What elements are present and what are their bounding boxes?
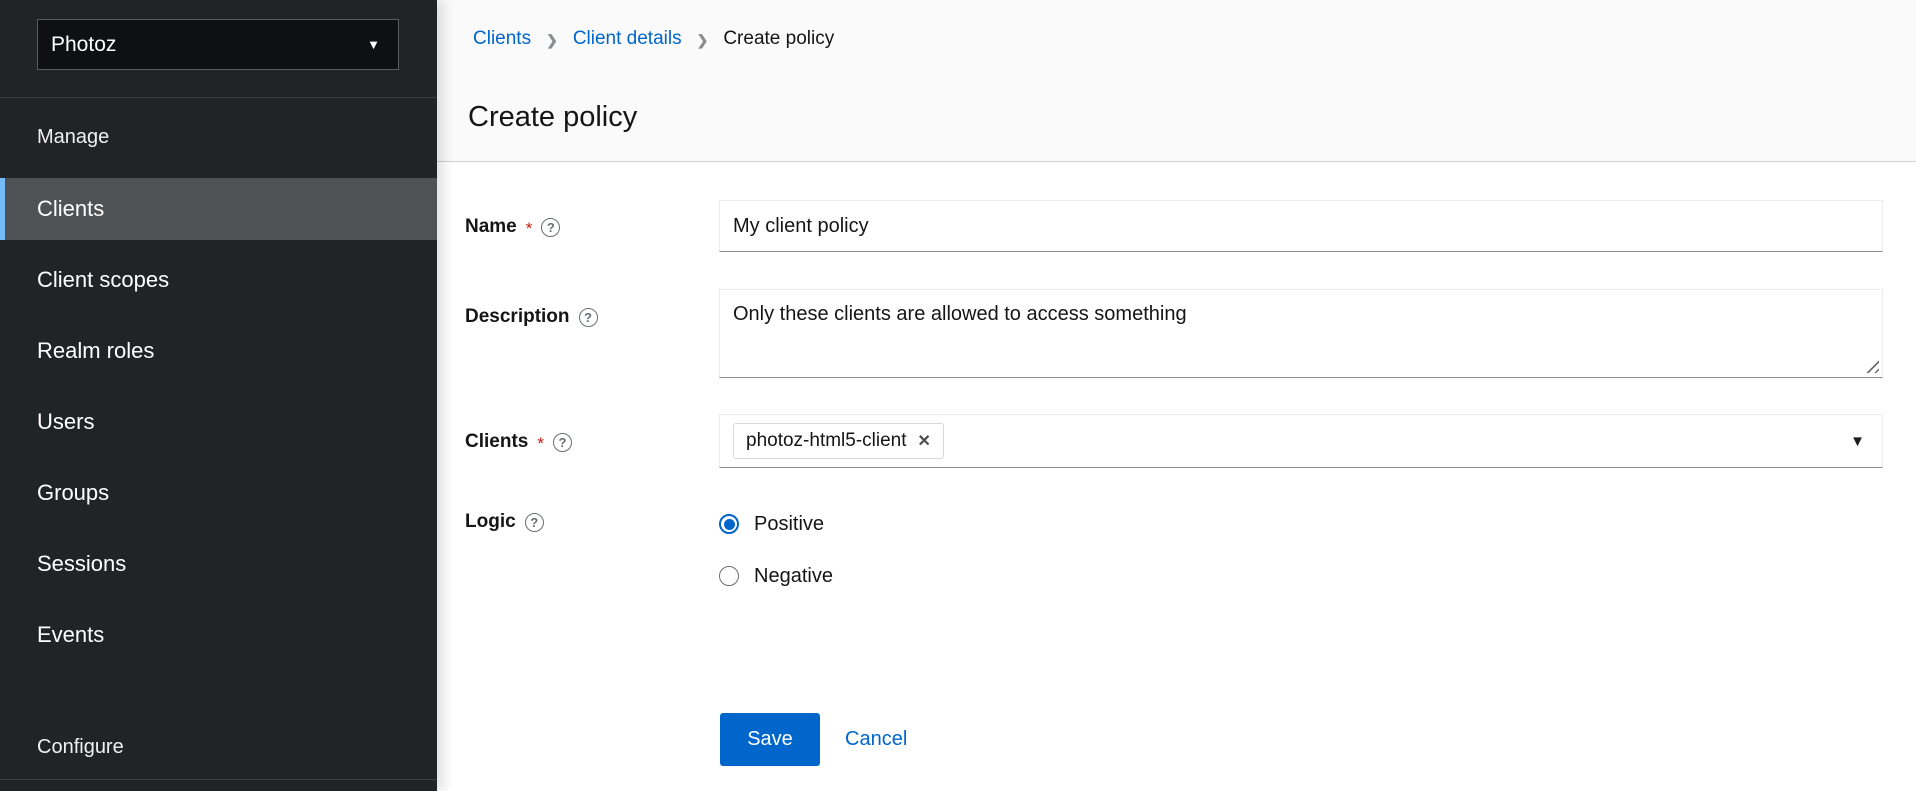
- logic-option-positive: Positive: [719, 511, 824, 537]
- sidebar-item-groups[interactable]: Groups: [0, 462, 437, 524]
- clients-field-label-row: Clients * ?: [465, 429, 572, 455]
- caret-down-icon[interactable]: ▼: [1850, 433, 1865, 450]
- sidebar-item-sessions[interactable]: Sessions: [0, 533, 437, 595]
- clients-label: Clients: [465, 431, 529, 452]
- logic-option-negative: Negative: [719, 563, 833, 589]
- realm-selector-dropdown[interactable]: Photoz ▼: [37, 19, 399, 70]
- page-title: Create policy: [468, 101, 638, 134]
- required-indicator: *: [525, 219, 533, 238]
- breadcrumb-link-clients[interactable]: Clients: [473, 26, 531, 52]
- client-chip: photoz-html5-client ✕: [733, 423, 944, 459]
- logic-radio-positive-label[interactable]: Positive: [754, 511, 824, 537]
- help-icon[interactable]: ?: [552, 432, 572, 452]
- help-icon[interactable]: ?: [524, 512, 544, 532]
- realm-selector-value: Photoz: [51, 32, 117, 56]
- logic-radio-negative-label[interactable]: Negative: [754, 563, 833, 589]
- sidebar-item-realm-roles[interactable]: Realm roles: [0, 320, 437, 382]
- name-label: Name: [465, 216, 517, 237]
- clients-multiselect[interactable]: photoz-html5-client ✕ ▼: [719, 414, 1883, 468]
- sidebar: Photoz ▼ Manage Clients Client scopes Re…: [0, 0, 437, 791]
- client-chip-label: photoz-html5-client: [746, 430, 907, 451]
- description-label: Description: [465, 306, 570, 327]
- sidebar-section-label-configure: Configure: [37, 736, 124, 758]
- description-textarea[interactable]: Only these clients are allowed to access…: [719, 289, 1883, 378]
- breadcrumb-separator-icon: ❯: [696, 32, 709, 48]
- description-field: Only these clients are allowed to access…: [719, 289, 1883, 378]
- breadcrumb: Clients ❯ Client details ❯ Create policy: [473, 25, 834, 53]
- description-field-label-row: Description ?: [465, 304, 598, 330]
- sidebar-item-client-scopes[interactable]: Client scopes: [0, 249, 437, 311]
- chip-remove-icon[interactable]: ✕: [918, 431, 931, 451]
- logic-radio-positive[interactable]: [719, 514, 739, 534]
- name-input[interactable]: [719, 200, 1883, 252]
- sidebar-item-events[interactable]: Events: [0, 604, 437, 666]
- name-field-label-row: Name * ?: [465, 214, 561, 240]
- sidebar-item-clients[interactable]: Clients: [0, 178, 437, 240]
- page-header: Clients ❯ Client details ❯ Create policy…: [437, 0, 1916, 162]
- breadcrumb-current-page: Create policy: [723, 28, 835, 49]
- required-indicator: *: [537, 434, 544, 453]
- create-policy-form: Name * ? Description ? Only these client…: [437, 162, 1916, 791]
- logic-radio-negative[interactable]: [719, 566, 739, 586]
- help-icon[interactable]: ?: [578, 307, 598, 327]
- breadcrumb-separator-icon: ❯: [546, 32, 558, 48]
- sidebar-divider: [0, 97, 437, 98]
- caret-down-icon: ▼: [367, 37, 380, 52]
- sidebar-nav: Clients Client scopes Realm roles Users …: [0, 178, 437, 675]
- logic-label: Logic: [465, 511, 516, 532]
- main-area: Clients ❯ Client details ❯ Create policy…: [437, 0, 1916, 791]
- sidebar-section-label-manage: Manage: [37, 126, 110, 148]
- save-button[interactable]: Save: [720, 713, 820, 766]
- cancel-link[interactable]: Cancel: [845, 726, 907, 752]
- logic-field-label-row: Logic ?: [465, 509, 544, 535]
- breadcrumb-link-client-details[interactable]: Client details: [573, 26, 682, 52]
- sidebar-item-users[interactable]: Users: [0, 391, 437, 453]
- sidebar-divider: [0, 779, 437, 780]
- app-window: Photoz ▼ Manage Clients Client scopes Re…: [0, 0, 1916, 791]
- help-icon[interactable]: ?: [541, 217, 561, 237]
